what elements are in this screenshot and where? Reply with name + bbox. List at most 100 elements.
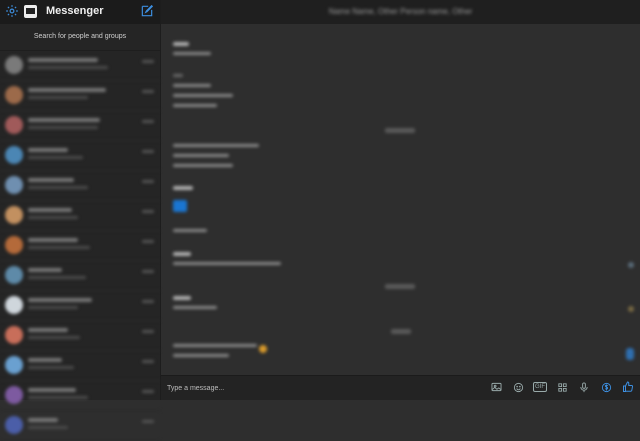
- contact-avatar: [5, 266, 23, 284]
- contact-preview: [28, 96, 88, 99]
- contact-time: [142, 60, 154, 63]
- message-line: [173, 164, 233, 167]
- conversation-pane: Name Name, Other Person name, Other Type…: [161, 0, 640, 400]
- contact-time: [142, 240, 154, 243]
- contact-item[interactable]: [0, 81, 160, 111]
- contact-time: [142, 120, 154, 123]
- contact-preview: [28, 66, 108, 69]
- message-sender: [173, 252, 191, 256]
- message-line: [173, 354, 229, 357]
- contact-avatar: [5, 326, 23, 344]
- contact-name: [28, 358, 62, 362]
- contact-name: [28, 178, 74, 182]
- contact-time: [142, 390, 154, 393]
- message-sender: [173, 42, 189, 46]
- contact-item[interactable]: [0, 201, 160, 231]
- contact-preview: [28, 156, 83, 159]
- search-input[interactable]: Search for people and groups: [0, 24, 160, 51]
- message-line: [173, 144, 259, 147]
- contact-time: [142, 180, 154, 183]
- sidebar: Messenger Search for people and groups: [0, 0, 161, 441]
- contact-preview: [28, 366, 74, 369]
- compose-icon[interactable]: [140, 4, 154, 18]
- contact-preview: [28, 336, 80, 339]
- contact-preview: [28, 216, 78, 219]
- contact-item[interactable]: [0, 291, 160, 321]
- message-line: [173, 154, 229, 157]
- message-sender: [173, 296, 191, 300]
- contact-item[interactable]: [0, 351, 160, 381]
- contact-item[interactable]: [0, 381, 160, 411]
- photo-icon[interactable]: [488, 379, 504, 395]
- message-line: [173, 229, 207, 232]
- app-title: Messenger: [46, 5, 104, 17]
- timestamp: [391, 329, 411, 334]
- contact-name: [28, 388, 76, 392]
- sticker-icon[interactable]: [554, 379, 570, 395]
- microphone-icon[interactable]: [576, 379, 592, 395]
- contact-item[interactable]: [0, 411, 160, 441]
- contact-item[interactable]: [0, 111, 160, 141]
- contact-avatar: [5, 176, 23, 194]
- contact-time: [142, 420, 154, 423]
- contact-preview: [28, 276, 86, 279]
- contact-time: [142, 330, 154, 333]
- contact-avatar: [5, 356, 23, 374]
- payment-icon[interactable]: [598, 379, 614, 395]
- contact-name: [28, 238, 78, 242]
- contact-preview: [28, 426, 68, 429]
- message-line: [173, 84, 211, 87]
- gif-icon[interactable]: GIF: [532, 379, 548, 395]
- gif-label: GIF: [533, 382, 547, 392]
- contact-avatar: [5, 146, 23, 164]
- contact-avatar: [5, 386, 23, 404]
- contact-time: [142, 270, 154, 273]
- contact-item[interactable]: [0, 51, 160, 81]
- contact-preview: [28, 186, 88, 189]
- contact-name: [28, 418, 58, 422]
- contact-item[interactable]: [0, 321, 160, 351]
- contact-time: [142, 210, 154, 213]
- emoji-reaction: [259, 345, 267, 353]
- contact-avatar: [5, 236, 23, 254]
- contact-item[interactable]: [0, 231, 160, 261]
- contact-preview: [28, 396, 88, 399]
- contact-item[interactable]: [0, 141, 160, 171]
- my-avatar[interactable]: [24, 5, 37, 18]
- conversation-title[interactable]: Name Name, Other Person name, Other: [161, 7, 640, 16]
- contact-time: [142, 150, 154, 153]
- shared-image[interactable]: [173, 200, 187, 212]
- contact-time: [142, 360, 154, 363]
- contact-avatar: [5, 116, 23, 134]
- contact-time: [142, 300, 154, 303]
- contact-avatar: [5, 206, 23, 224]
- contact-preview: [28, 246, 90, 249]
- message-sender: [173, 186, 193, 190]
- seen-indicator: [628, 262, 634, 268]
- contact-item[interactable]: [0, 171, 160, 201]
- contact-preview: [28, 306, 78, 309]
- contact-name: [28, 268, 62, 272]
- message-line: [173, 306, 217, 309]
- timestamp: [385, 284, 415, 289]
- message-line: [173, 262, 281, 265]
- contact-avatar: [5, 86, 23, 104]
- conversation-header: Name Name, Other Person name, Other: [161, 0, 640, 24]
- message-thread[interactable]: [161, 24, 640, 376]
- contact-avatar: [5, 296, 23, 314]
- contact-item[interactable]: [0, 261, 160, 291]
- emoji-icon[interactable]: [510, 379, 526, 395]
- seen-indicator: [626, 348, 634, 360]
- message-composer: GIF: [161, 375, 640, 400]
- contact-name: [28, 88, 106, 92]
- contact-list: [0, 51, 160, 441]
- composer-toolbar: GIF: [488, 379, 636, 395]
- message-line: [173, 94, 233, 97]
- message-input[interactable]: [167, 380, 467, 396]
- gear-icon[interactable]: [5, 4, 19, 18]
- contact-name: [28, 118, 100, 122]
- contact-name: [28, 328, 68, 332]
- contact-preview: [28, 126, 98, 129]
- thumbs-up-icon[interactable]: [620, 379, 636, 395]
- message-line: [173, 52, 211, 55]
